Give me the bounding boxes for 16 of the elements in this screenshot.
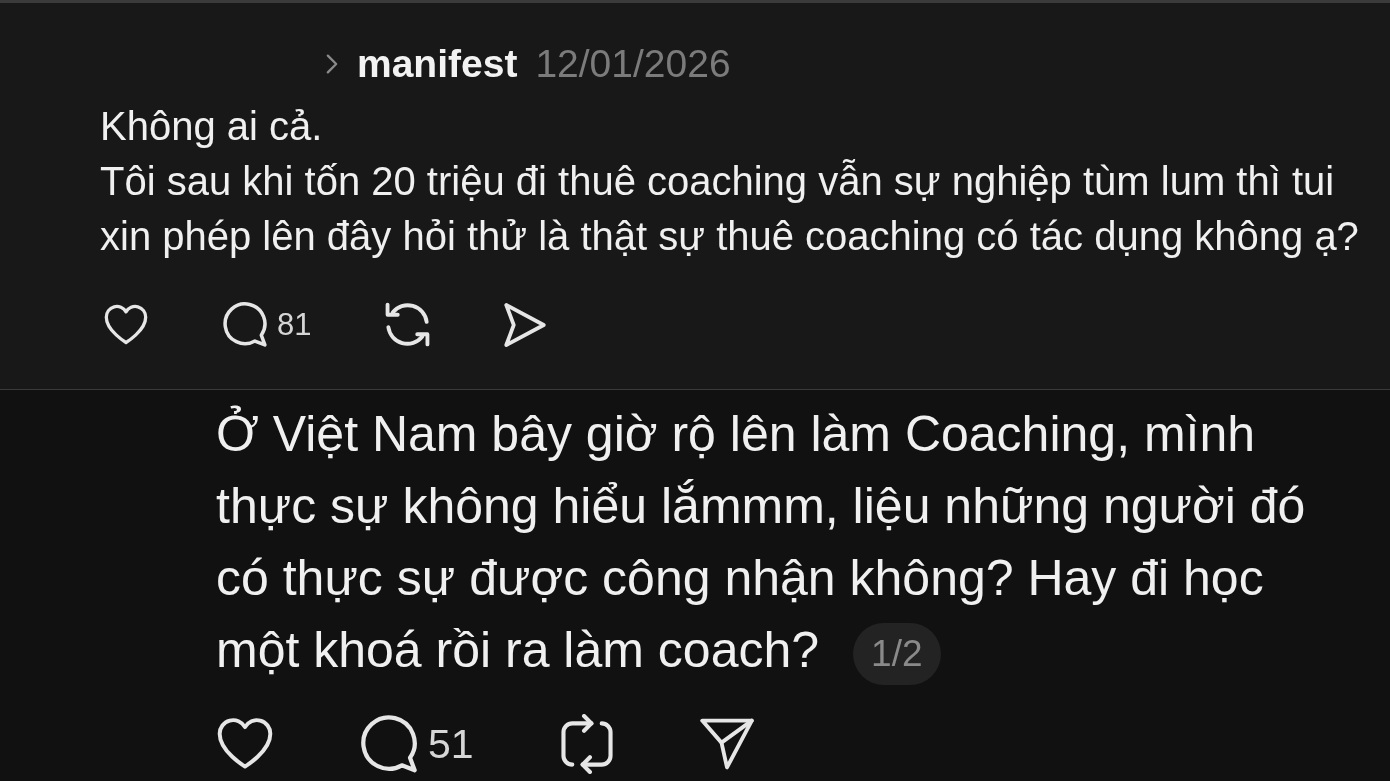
topic-link[interactable]: manifest (357, 42, 518, 86)
heart-icon[interactable] (103, 303, 149, 346)
reply-text: Ở Việt Nam bây giờ rộ lên làm Coaching, mình thực sự không hiểu lắmmm, liệu những người đó có thực sự được công nhận không? Hay đi học một khoá rồi ra làm coach? 1/2 (216, 398, 1316, 686)
post-date: 12/01/2026 (535, 42, 731, 86)
comment-count: 51 (428, 720, 474, 768)
speech-bubble-icon[interactable] (360, 715, 418, 773)
comment-count: 81 (277, 306, 312, 343)
repost-arrows-icon[interactable] (559, 714, 614, 774)
chevron-right-icon (326, 54, 338, 74)
heart-icon[interactable] (216, 717, 274, 771)
send-icon[interactable] (504, 302, 547, 347)
paper-plane-icon[interactable] (699, 718, 754, 770)
circular-arrows-icon[interactable] (385, 302, 431, 347)
page-indicator: 1/2 (853, 622, 941, 685)
speech-bubble-icon[interactable] (223, 302, 267, 347)
post-text: Không ai cả. Tôi sau khi tốn 20 triệu đi thuê coaching vẫn sự nghiệp tùm lum thì tui xin phép lên đây hỏi thử là thật sự thuê coaching có tác dụng không ạ? (99, 103, 1360, 260)
